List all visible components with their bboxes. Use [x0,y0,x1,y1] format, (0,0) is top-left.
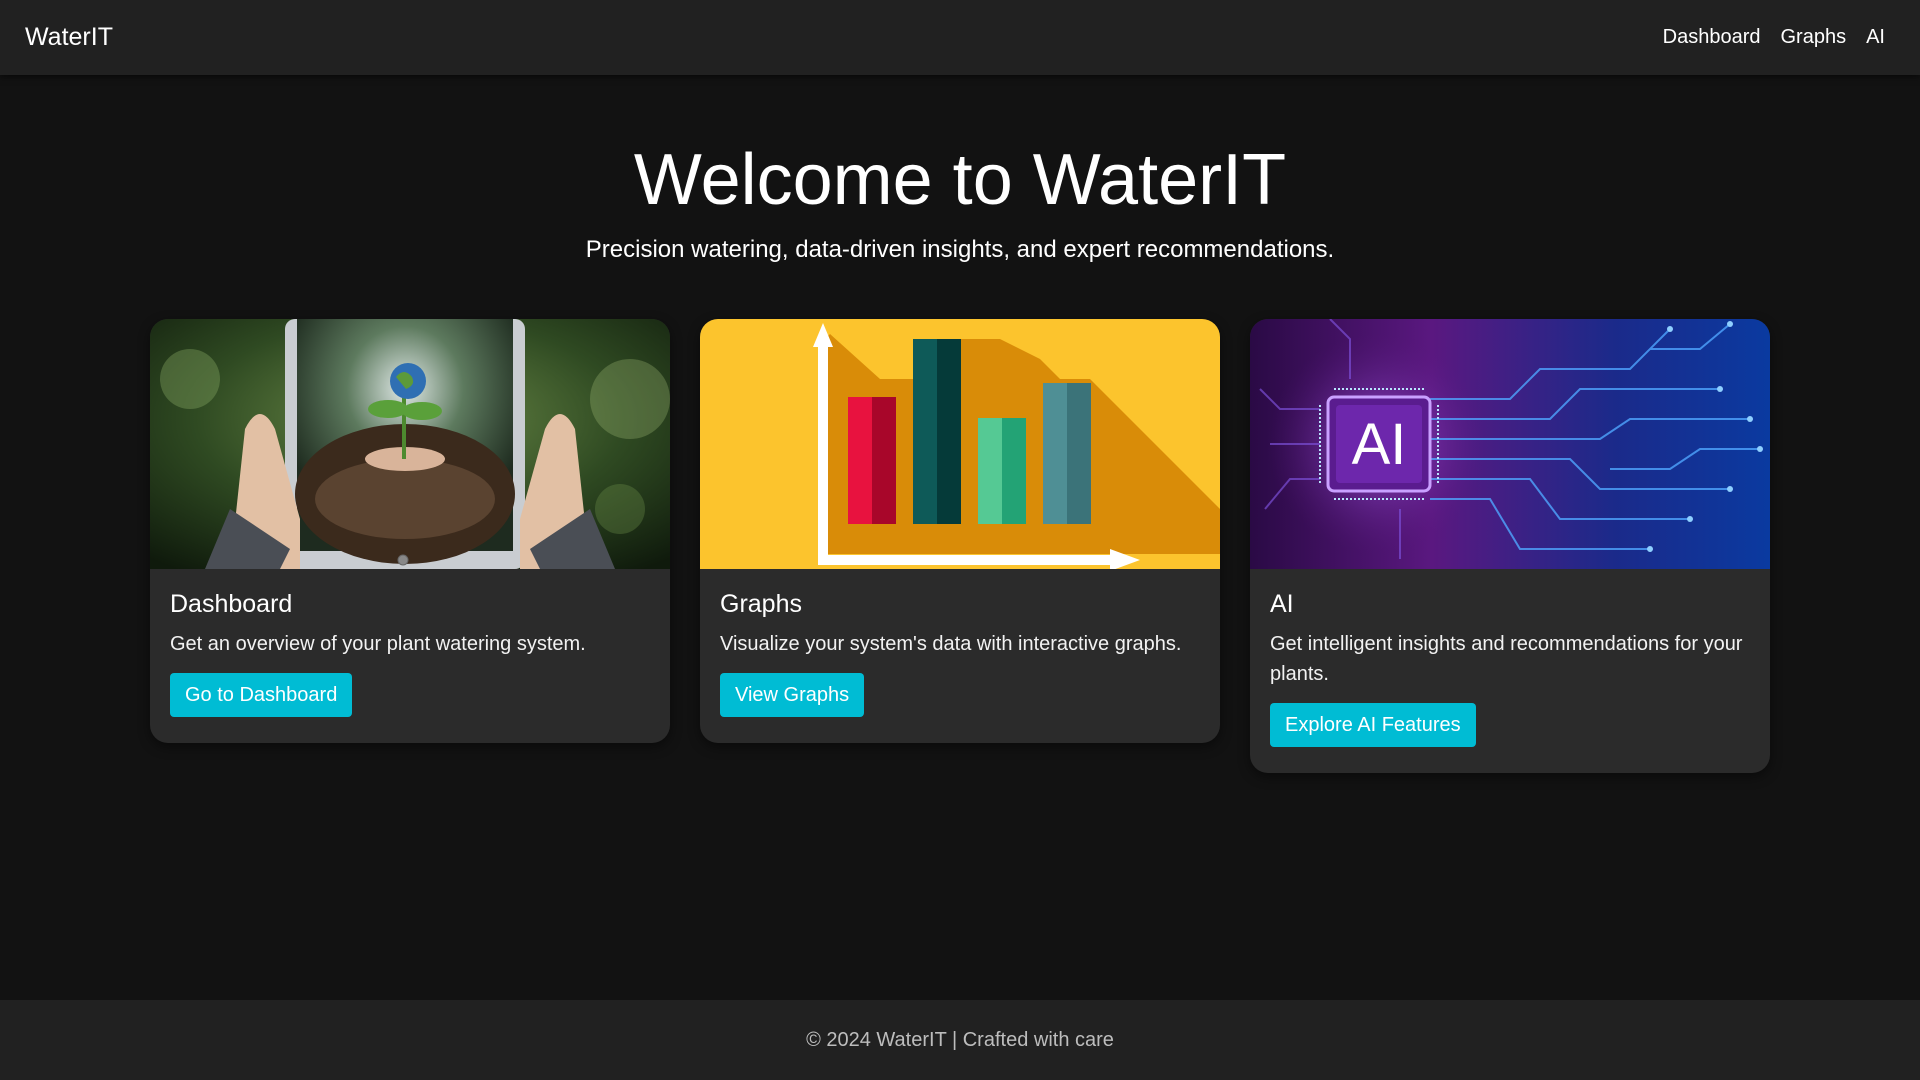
svg-text:AI: AI [1352,412,1407,477]
graphs-card-title: Graphs [720,590,802,618]
ai-card-title: AI [1270,590,1294,618]
footer-text: © 2024 WaterIT | Crafted with care [806,1029,1114,1051]
brand-logo[interactable]: WaterIT [25,0,113,75]
graphs-card-text: Visualize your system's data with intera… [720,633,1182,655]
dashboard-card-body: Dashboard Get an overview of your plant … [150,569,670,717]
hero-title: Welcome to WaterIT [633,140,1287,220]
explore-ai-features-button[interactable]: Explore AI Features [1270,703,1476,747]
top-navbar: WaterIT Dashboard Graphs AI [0,0,1920,75]
graphs-image [700,319,1220,569]
nav-link-graphs[interactable]: Graphs [1781,26,1847,49]
hero-subtitle: Precision watering, data-driven insights… [585,236,1335,263]
graphs-card-body: Graphs Visualize your system's data with… [700,569,1220,717]
view-graphs-button[interactable]: View Graphs [720,673,865,717]
go-to-dashboard-button[interactable]: Go to Dashboard [170,673,353,717]
ai-image: AI [1250,319,1770,569]
graphs-card: Graphs Visualize your system's data with… [700,319,1220,743]
nav-link-dashboard[interactable]: Dashboard [1663,26,1761,49]
dashboard-card-title: Dashboard [170,590,293,618]
nav-links: Dashboard Graphs AI [1663,0,1885,75]
dashboard-image [150,319,670,569]
dashboard-card-text: Get an overview of your plant watering s… [170,633,586,655]
nav-link-ai[interactable]: AI [1866,26,1885,49]
ai-card-text: Get intelligent insights and recommendat… [1270,633,1743,685]
dashboard-card: Dashboard Get an overview of your plant … [150,319,670,743]
footer: © 2024 WaterIT | Crafted with care [0,1000,1920,1080]
ai-card: AI AI Get intelligent insights and recom… [1250,319,1770,773]
ai-card-body: AI Get intelligent insights and recommen… [1250,569,1770,747]
